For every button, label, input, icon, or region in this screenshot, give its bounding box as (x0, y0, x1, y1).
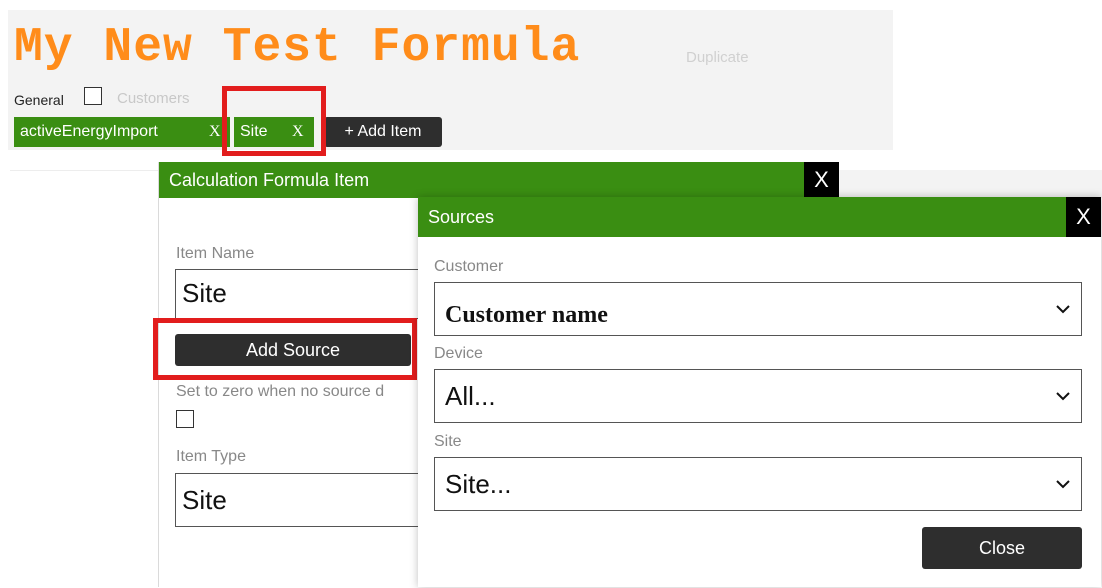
formula-item-dialog-title: Calculation Formula Item (159, 162, 814, 198)
sources-dialog-title: Sources (418, 197, 1101, 237)
close-icon[interactable]: X (1066, 197, 1101, 237)
chevron-down-icon (1055, 460, 1071, 530)
general-checkbox[interactable] (84, 87, 102, 105)
page-title: My New Test Formula (14, 21, 581, 75)
dialog-toolbar-strip (839, 170, 1102, 198)
close-button[interactable]: Close (922, 527, 1082, 569)
item-chip-label: activeEnergyImport (20, 123, 158, 140)
customer-select-value: Customer name (445, 302, 608, 328)
item-type-label: Item Type (176, 448, 246, 465)
device-select[interactable]: All... (434, 369, 1082, 423)
site-label: Site (434, 433, 462, 450)
add-item-button[interactable]: + Add Item (324, 117, 442, 147)
customer-select[interactable]: Customer name (434, 282, 1082, 336)
close-icon[interactable]: X (804, 162, 839, 198)
chevron-down-icon (1055, 285, 1071, 355)
customer-label: Customer (434, 258, 504, 275)
duplicate-link[interactable]: Duplicate (686, 49, 749, 66)
remove-item-icon[interactable]: X (209, 117, 221, 147)
zero-checkbox[interactable] (176, 410, 194, 428)
highlight-box (153, 318, 417, 380)
tab-general[interactable]: General (14, 92, 64, 108)
device-label: Device (434, 345, 483, 362)
site-select-value: Site... (445, 469, 512, 499)
chevron-down-icon (1055, 372, 1071, 442)
zero-label: Set to zero when no source d (176, 383, 385, 400)
sources-dialog: Sources X Customer Customer name Device … (418, 197, 1101, 587)
site-select[interactable]: Site... (434, 457, 1082, 511)
device-select-value: All... (445, 381, 496, 411)
tab-customers[interactable]: Customers (117, 90, 190, 107)
item-name-label: Item Name (176, 245, 255, 262)
item-chip-activeenergyimport[interactable]: activeEnergyImport X (14, 117, 230, 147)
highlight-box (222, 86, 326, 156)
